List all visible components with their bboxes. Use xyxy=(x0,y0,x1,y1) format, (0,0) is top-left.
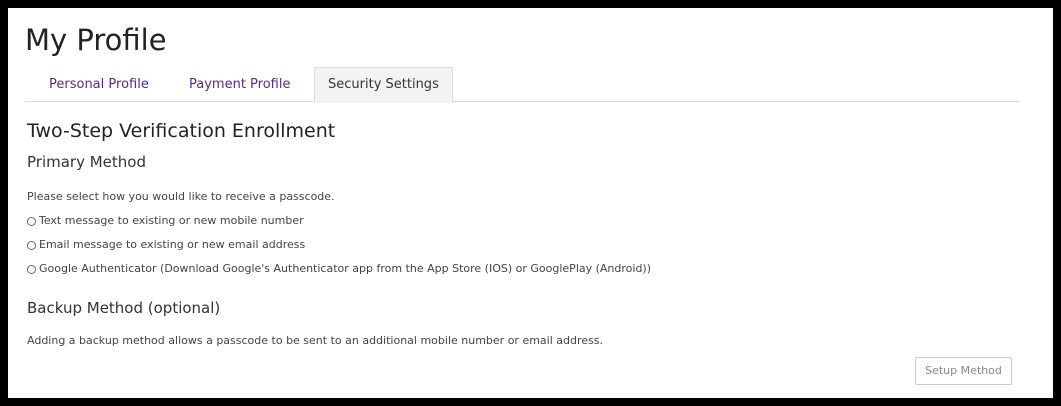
backup-method-description: Adding a backup method allows a passcode… xyxy=(27,334,603,347)
primary-method-instructions: Please select how you would like to rece… xyxy=(27,190,335,203)
primary-method-heading: Primary Method xyxy=(27,153,146,171)
page-title: My Profile xyxy=(25,23,167,57)
profile-tabs: Personal Profile Payment Profile Securit… xyxy=(25,67,1020,103)
radio-option-google-authenticator[interactable]: Google Authenticator (Download Google's … xyxy=(27,261,651,277)
backup-method-heading: Backup Method (optional) xyxy=(27,299,221,317)
tab-payment-profile[interactable]: Payment Profile xyxy=(175,67,304,102)
radio-button-icon[interactable] xyxy=(27,240,36,250)
radio-option-label: Email message to existing or new email a… xyxy=(39,238,306,251)
profile-panel: My Profile Personal Profile Payment Prof… xyxy=(8,8,1053,398)
tab-personal-profile[interactable]: Personal Profile xyxy=(35,67,163,102)
radio-option-label: Google Authenticator (Download Google's … xyxy=(39,262,652,275)
tab-security-settings[interactable]: Security Settings xyxy=(314,67,453,103)
setup-method-button[interactable]: Setup Method xyxy=(915,357,1012,385)
radio-button-icon[interactable] xyxy=(27,264,36,274)
radio-button-icon[interactable] xyxy=(27,216,36,226)
radio-option-email-message[interactable]: Email message to existing or new email a… xyxy=(27,237,305,253)
section-title: Two-Step Verification Enrollment xyxy=(27,120,336,142)
radio-option-label: Text message to existing or new mobile n… xyxy=(39,214,304,227)
radio-option-text-message[interactable]: Text message to existing or new mobile n… xyxy=(27,213,304,229)
